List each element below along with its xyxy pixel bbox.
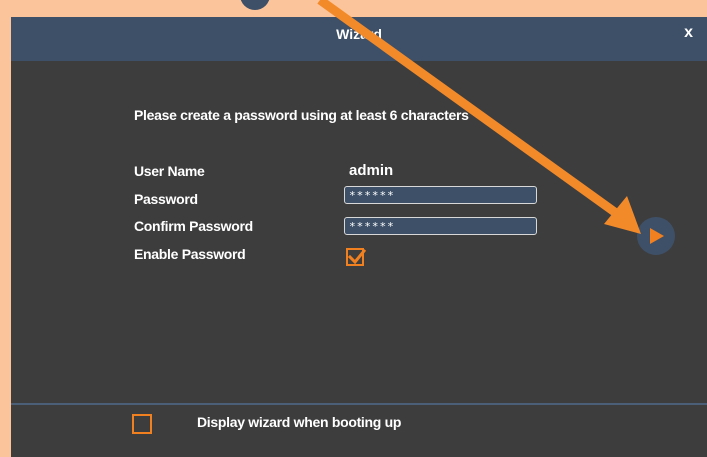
password-field[interactable] bbox=[344, 186, 537, 204]
annotation-circle bbox=[240, 0, 270, 10]
close-button[interactable]: x bbox=[684, 24, 693, 42]
footer-divider bbox=[11, 403, 707, 405]
dialog-title: Wizard bbox=[336, 26, 382, 42]
confirm-password-label: Confirm Password bbox=[134, 218, 253, 234]
instruction-text: Please create a password using at least … bbox=[134, 107, 469, 123]
play-icon bbox=[650, 228, 664, 244]
confirm-password-field[interactable] bbox=[344, 217, 537, 235]
user-name-value: admin bbox=[349, 162, 394, 179]
enable-password-checkbox[interactable] bbox=[346, 248, 367, 266]
checkmark-icon bbox=[347, 248, 367, 265]
display-wizard-label: Display wizard when booting up bbox=[197, 414, 402, 430]
title-bar: Wizard x bbox=[11, 17, 707, 61]
wizard-dialog: Wizard x Please create a password using … bbox=[11, 17, 707, 457]
next-button[interactable] bbox=[637, 217, 675, 255]
display-wizard-checkbox[interactable] bbox=[132, 414, 152, 434]
user-name-label: User Name bbox=[134, 163, 205, 179]
enable-password-label: Enable Password bbox=[134, 246, 246, 262]
password-label: Password bbox=[134, 191, 198, 207]
